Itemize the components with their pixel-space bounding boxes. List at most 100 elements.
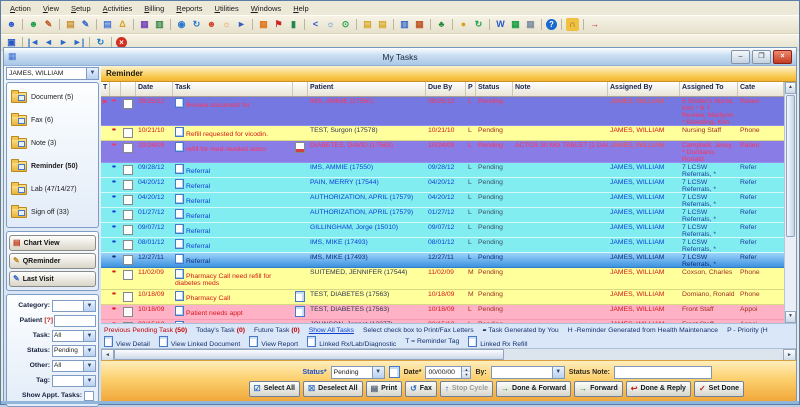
filter-task-select[interactable]: All▼: [52, 330, 96, 342]
documents-folder-icon[interactable]: ▤: [361, 18, 374, 31]
column-header-date[interactable]: Date: [136, 82, 173, 96]
column-header-note[interactable]: Note: [513, 82, 608, 96]
era-icon[interactable]: ☼: [220, 18, 233, 31]
menu-billing[interactable]: Billing: [138, 3, 170, 14]
close-button[interactable]: ×: [773, 50, 792, 64]
scroll-down-icon[interactable]: ▼: [785, 311, 796, 323]
status-doc-icon[interactable]: [389, 366, 400, 378]
claims-icon[interactable]: ◉: [175, 18, 188, 31]
deselect-all-button[interactable]: ☒Deselect All: [303, 381, 363, 397]
column-header-assigned-by[interactable]: Assigned By: [608, 82, 680, 96]
row-checkbox[interactable]: [123, 270, 133, 280]
horizontal-scrollbar[interactable]: ◄ ►: [101, 348, 796, 360]
menu-activities[interactable]: Activities: [97, 3, 139, 14]
legend-action[interactable]: View Detail: [104, 336, 150, 347]
row-checkbox[interactable]: [123, 240, 133, 250]
chart-view-button[interactable]: ▤Chart View: [9, 235, 96, 251]
status-note-input[interactable]: [614, 366, 712, 379]
select-all-button[interactable]: ☑Select All: [249, 381, 300, 397]
linked-document-icon[interactable]: [295, 291, 305, 302]
contact-card-icon[interactable]: ▦: [413, 18, 426, 31]
lock-icon[interactable]: ∩: [566, 18, 579, 31]
row-checkbox[interactable]: [123, 225, 133, 235]
chevron-down-icon[interactable]: ▼: [83, 301, 95, 311]
last-visit-button[interactable]: ✎Last Visit: [9, 271, 96, 287]
row-checkbox[interactable]: [123, 165, 133, 175]
done-forward-button[interactable]: →Done & Forward: [496, 381, 571, 397]
column-header-t[interactable]: T: [101, 82, 110, 96]
menu-setup[interactable]: Setup: [65, 3, 97, 14]
legend-action[interactable]: Linked Rx Refill: [468, 336, 527, 347]
menu-utilities[interactable]: Utilities: [209, 3, 245, 14]
chevron-down-icon[interactable]: ▼: [552, 367, 564, 378]
table-row[interactable]: ••08/01/12ReferralIMS, MIKE (17493)08/01…: [101, 238, 784, 253]
table-row[interactable]: ••04/20/12ReferralAUTHORIZATION, APRIL (…: [101, 193, 784, 208]
chevron-down-icon[interactable]: ▼: [372, 367, 384, 378]
word-icon[interactable]: W: [494, 18, 507, 31]
sidebar-item-reminder[interactable]: Reminder (50): [9, 160, 96, 173]
web-icon[interactable]: ☼: [324, 18, 337, 31]
chevron-down-icon[interactable]: ▼: [86, 68, 98, 79]
table-row[interactable]: ••04/20/12ReferralPAIN, MERRY (17544)04/…: [101, 178, 784, 193]
table-row[interactable]: ▶••09/25/12Review document forIMS, AMMIE…: [101, 97, 784, 126]
table-row[interactable]: ••10/21/10Refill requested for vicodin.T…: [101, 126, 784, 141]
table-row[interactable]: ••01/27/12ReferralAUTHORIZATION, APRIL (…: [101, 208, 784, 223]
chevron-down-icon[interactable]: ▼: [83, 376, 95, 386]
task-flag-icon[interactable]: ⚑: [272, 18, 285, 31]
row-checkbox[interactable]: [123, 143, 133, 153]
linked-rx-icon[interactable]: [295, 142, 305, 153]
folder-open-icon[interactable]: ▤: [64, 18, 77, 31]
payments-icon[interactable]: ●: [457, 18, 470, 31]
status-select[interactable]: Pending ▼: [331, 366, 385, 379]
sidebar-item-signoff[interactable]: Sign off (33): [9, 206, 96, 219]
print-button[interactable]: ▤Print: [366, 381, 403, 397]
table-row[interactable]: ••12/27/11ReferralIMS, MIKE (17493)12/27…: [101, 253, 784, 268]
menu-view[interactable]: View: [37, 3, 65, 14]
minimize-button[interactable]: –: [731, 50, 750, 64]
row-checkbox[interactable]: [123, 307, 133, 317]
column-header-assigned-to[interactable]: Assigned To: [680, 82, 738, 96]
column-header-patient[interactable]: Patient: [308, 82, 426, 96]
menu-reports[interactable]: Reports: [170, 3, 208, 14]
help-icon[interactable]: ?: [546, 19, 557, 30]
table-row[interactable]: ••11/02/09Pharmacy Call need refill for …: [101, 268, 784, 290]
show-all-tasks-link[interactable]: Show All Tasks: [309, 327, 354, 334]
sidebar-item-lab[interactable]: Lab (47/14/27): [9, 183, 96, 196]
provider-select[interactable]: JAMES, WILLIAM ▼: [6, 67, 99, 80]
done-reply-button[interactable]: ↩Done & Reply: [626, 381, 691, 397]
column-header-status[interactable]: Status: [476, 82, 513, 96]
column-header-col1[interactable]: [110, 82, 121, 96]
row-checkbox[interactable]: [123, 128, 133, 138]
document-icon[interactable]: ▤: [101, 18, 114, 31]
vertical-scrollbar[interactable]: ▲ ▼: [784, 82, 796, 323]
schedule-clock-icon[interactable]: ⊙: [339, 18, 352, 31]
spreadsheet-icon[interactable]: ▦: [509, 18, 522, 31]
menu-help[interactable]: Help: [287, 3, 314, 14]
table-row[interactable]: ••10/24/09refill for med needed actosDIA…: [101, 141, 784, 163]
legend-action[interactable]: Linked Rx/Lab/Diagnostic: [307, 336, 396, 347]
column-header-cate[interactable]: Cate: [738, 82, 784, 96]
note-edit-icon[interactable]: ✎: [79, 18, 92, 31]
chevron-down-icon[interactable]: ▼: [83, 346, 95, 356]
ledger-icon[interactable]: ▥: [398, 18, 411, 31]
menu-windows[interactable]: Windows: [245, 3, 287, 14]
patient-icon[interactable]: ☻: [5, 18, 18, 31]
rx-plant-icon[interactable]: ♣: [435, 18, 448, 31]
row-checkbox[interactable]: [123, 292, 133, 302]
column-header-col2[interactable]: [121, 82, 136, 96]
horizontal-scroll-thumb[interactable]: [114, 349, 504, 360]
row-checkbox[interactable]: [123, 195, 133, 205]
forward-button[interactable]: →Forward: [574, 381, 623, 397]
table-row[interactable]: ••10/18/09Pharmacy CallTEST, DIABETES (1…: [101, 290, 784, 305]
linked-document-icon[interactable]: [295, 306, 305, 317]
sidebar-item-document[interactable]: Document (5): [9, 91, 96, 104]
qreminder-button[interactable]: ✎QReminder: [9, 253, 96, 269]
billing-card-icon[interactable]: ▦: [138, 18, 151, 31]
date-input[interactable]: 00/00/00 ▲▼: [425, 366, 471, 379]
filter-status-select[interactable]: Pending▼: [52, 345, 96, 357]
filter-show-appt-tasks-checkbox[interactable]: [84, 391, 94, 401]
maximize-button[interactable]: ❐: [752, 50, 771, 64]
table-row[interactable]: ••10/18/09Patient needs apptTEST, DIABET…: [101, 305, 784, 320]
calendar-icon[interactable]: ▦: [257, 18, 270, 31]
help-icon[interactable]: [?]: [44, 317, 53, 324]
